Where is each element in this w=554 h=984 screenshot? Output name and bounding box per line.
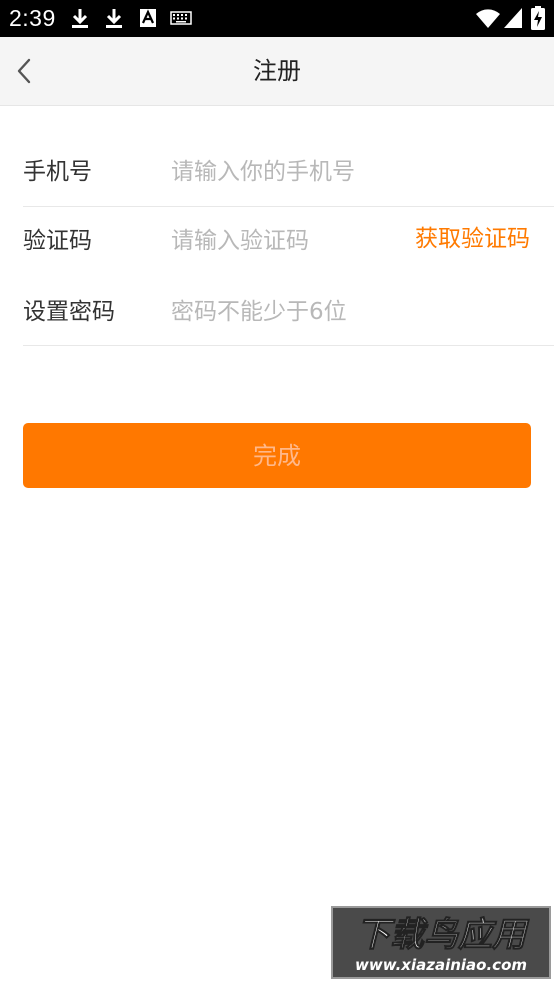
password-label: 设置密码	[23, 299, 115, 325]
code-label: 验证码	[23, 228, 92, 254]
svg-text:下载鸟应用: 下载鸟应用	[356, 915, 530, 955]
battery-icon	[531, 6, 545, 30]
font-icon	[140, 9, 156, 27]
divider	[23, 206, 554, 207]
page-title: 注册	[253, 57, 301, 85]
download-icon	[72, 9, 88, 28]
keyboard-icon	[170, 11, 192, 25]
get-code-button[interactable]: 获取验证码	[415, 224, 530, 254]
password-row: 设置密码	[23, 297, 554, 327]
svg-text:www.xiazainiao.com: www.xiazainiao.com	[355, 956, 527, 974]
wifi-icon	[476, 9, 500, 28]
phone-label: 手机号	[23, 159, 92, 185]
watermark-logo: 下载鸟应用 www.xiazainiao.com	[331, 906, 551, 979]
code-input[interactable]	[171, 226, 391, 256]
download-icon	[106, 9, 122, 28]
password-input[interactable]	[171, 297, 541, 327]
phone-input[interactable]	[171, 157, 541, 187]
divider	[23, 345, 554, 346]
status-time: 2:39	[9, 5, 56, 31]
app-bar: 注册	[0, 37, 554, 106]
register-screen: 2:39 注册 手机号 请输入你的手机号 验证码 请输入验证码 获取验证码 设置…	[0, 0, 554, 984]
watermark-logo-image: 下载鸟应用 www.xiazainiao.com	[333, 908, 549, 977]
signal-icon	[504, 8, 522, 28]
phone-row: 手机号	[23, 157, 554, 187]
submit-button[interactable]: 完成	[23, 423, 531, 488]
status-bar: 2:39	[0, 0, 554, 37]
